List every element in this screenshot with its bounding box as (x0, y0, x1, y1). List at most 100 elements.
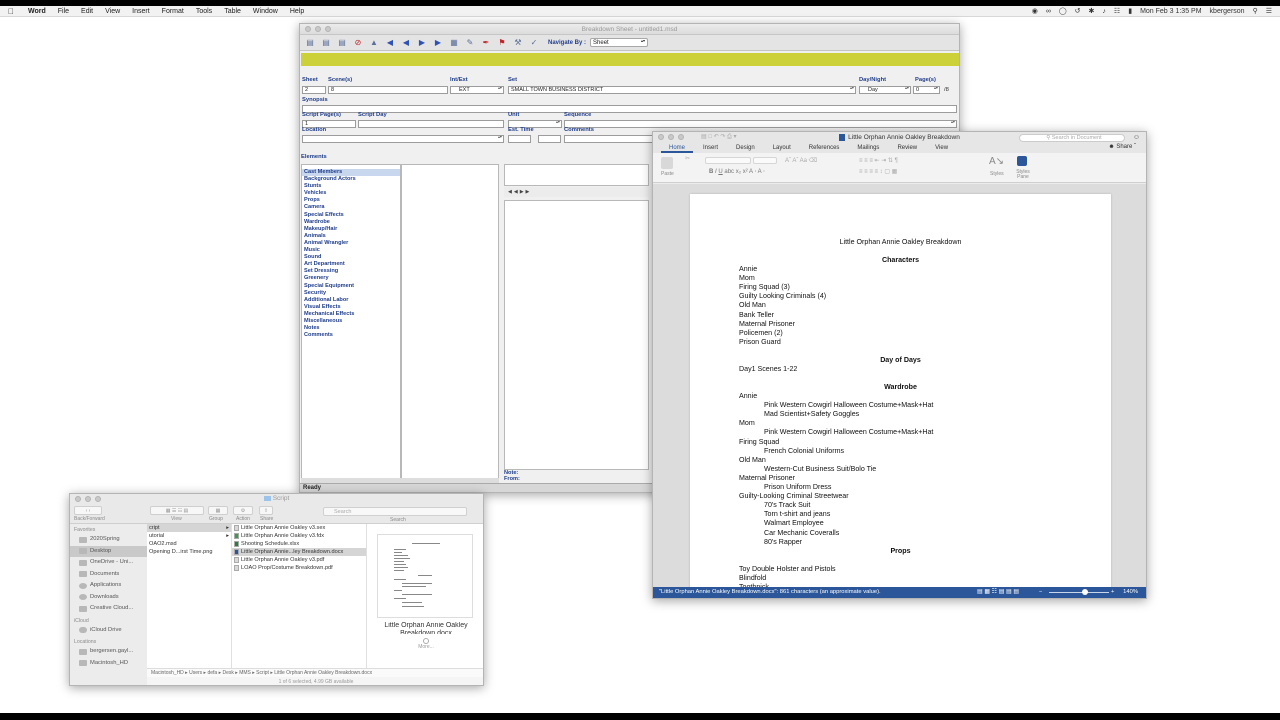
tab-layout[interactable]: Layout (765, 143, 799, 153)
app-menu[interactable]: Word (22, 8, 52, 15)
bluetooth-icon[interactable]: ✱ (1089, 7, 1095, 15)
script-day-field[interactable] (358, 120, 504, 128)
est-time-hours[interactable] (508, 135, 531, 143)
tab-mailings[interactable]: Mailings (849, 143, 887, 153)
sidebar-item-desktop[interactable]: Desktop (70, 545, 147, 557)
list-item[interactable]: Little Orphan Annie...ley Breakdown.docx (232, 548, 366, 556)
zoom-slider-knob[interactable] (1082, 589, 1088, 595)
sidebar-item-creative-cloud[interactable]: Creative Cloud... (70, 603, 147, 615)
cut-icon[interactable]: ✂ (685, 155, 690, 162)
notes-icon[interactable]: ✎ (464, 37, 476, 48)
finder-zoom-button[interactable] (95, 496, 101, 502)
tab-references[interactable]: References (801, 143, 848, 153)
format-controls-icon[interactable]: B I U abc x₂ x² A ⋅ A ⋅ (709, 168, 765, 175)
zoom-level[interactable]: 140% (1123, 587, 1138, 598)
path-item[interactable]: Little Orphan Annie Oakley Breakdown.doc… (274, 670, 372, 676)
share-button[interactable]: ☻ Share ˆ (1108, 144, 1136, 150)
element-category[interactable]: Special Equipment (302, 283, 400, 290)
sidebar-item-icloud-drive[interactable]: iCloud Drive (70, 625, 147, 637)
navigate-by-select[interactable]: Sheet (590, 38, 649, 47)
sidebar-item-2020spring[interactable]: 2020Spring (70, 534, 147, 546)
element-category[interactable]: Animals (302, 233, 400, 240)
path-item[interactable]: Script (256, 670, 269, 676)
tab-home[interactable]: Home (661, 143, 694, 153)
path-item[interactable]: Desk (222, 670, 233, 676)
sidebar-item-applications[interactable]: Applications (70, 580, 147, 592)
location-select[interactable] (302, 135, 504, 143)
path-item[interactable]: Macintosh_HD (151, 670, 184, 676)
word-close-button[interactable] (658, 134, 664, 140)
list-item[interactable]: Little Orphan Annie Oakley v3.fdx (232, 532, 366, 540)
list-controls-icon[interactable]: ≡ ≡ ≡ ⇤ ⇥ ⇅ ¶ (859, 157, 898, 164)
path-item[interactable]: Users (189, 670, 202, 676)
previous-record-icon[interactable]: ◀ (400, 37, 412, 48)
view-mode-buttons[interactable]: ▦ ☰ ☷ ▤ (150, 506, 204, 515)
element-category[interactable]: Set Dressing (302, 268, 400, 275)
path-item[interactable]: defa (207, 670, 217, 676)
element-category[interactable]: Visual Effects (302, 304, 400, 311)
paste-icon[interactable] (661, 157, 673, 169)
element-category[interactable]: Stunts (302, 183, 400, 190)
share-button[interactable]: ⇧ (259, 506, 273, 515)
element-category[interactable]: Miscellaneous (302, 318, 400, 325)
sheet-field[interactable]: 2 (302, 86, 326, 94)
apple-menu-icon[interactable]:  (0, 7, 22, 16)
delete-sheet-icon[interactable]: ⊘ (352, 37, 364, 48)
record-icon[interactable]: ◉ (1032, 7, 1038, 15)
element-category[interactable]: Comments (302, 332, 400, 339)
elements-items-list[interactable] (401, 164, 499, 480)
action-gear-button[interactable]: ⚙ (233, 506, 253, 515)
align-controls-icon[interactable]: ≡ ≡ ≡ ≡ ↕ ▢ ▦ (859, 168, 897, 175)
spotlight-icon[interactable]: ⚲ (1253, 7, 1258, 15)
element-category[interactable]: Notes (302, 325, 400, 332)
daynight-select[interactable]: Day (859, 86, 911, 94)
element-category[interactable]: Props (302, 197, 400, 204)
menu-edit[interactable]: Edit (75, 8, 99, 15)
sequence-select[interactable] (564, 120, 957, 128)
first-record-icon[interactable]: ◀ (384, 37, 396, 48)
pages-field[interactable]: 0 (913, 86, 940, 94)
list-item[interactable]: Opening D...irst Time.png (147, 548, 231, 556)
view-mode-icons[interactable]: ▤ ▦ ☷ ▤ ▤ ▤ (977, 587, 1019, 598)
document-page[interactable]: Little Orphan Annie Oakley Breakdown Cha… (690, 194, 1111, 588)
sidebar-item-documents[interactable]: Documents (70, 569, 147, 581)
layers-icon[interactable]: ▤ (336, 37, 348, 48)
user-name[interactable]: kbergerson (1210, 8, 1245, 15)
finder-title-bar[interactable]: Script (70, 494, 483, 504)
menu-help[interactable]: Help (284, 8, 310, 15)
list-item[interactable]: LOAO Prop/Costume Breakdown.pdf (232, 564, 366, 572)
menu-table[interactable]: Table (218, 8, 247, 15)
document-thumbnail[interactable] (377, 534, 473, 618)
menu-window[interactable]: Window (247, 8, 284, 15)
element-category[interactable]: Mechanical Effects (302, 311, 400, 318)
styles-pane-icon[interactable] (1017, 156, 1027, 166)
menu-insert[interactable]: Insert (126, 8, 156, 15)
last-record-icon[interactable]: ▶ (432, 37, 444, 48)
styles-icon[interactable]: A↘ (989, 156, 1004, 167)
list-item[interactable]: utorial ▸ (147, 532, 231, 540)
path-item[interactable]: MMS (239, 670, 251, 676)
group-button[interactable]: ▦ (208, 506, 228, 515)
set-field[interactable]: SMALL TOWN BUSINESS DISTRICT (508, 86, 856, 94)
menu-tools[interactable]: Tools (190, 8, 218, 15)
back-forward-button[interactable]: ‹ › (74, 506, 102, 515)
element-category[interactable]: Makeup/Hair (302, 226, 400, 233)
list-item[interactable]: Little Orphan Annie Oakley v3.sex (232, 524, 366, 532)
wifi-icon[interactable]: ☷ (1114, 7, 1120, 15)
close-button[interactable] (305, 26, 311, 32)
finder-close-button[interactable] (75, 496, 81, 502)
element-category[interactable]: Animal Wrangler (302, 240, 400, 247)
minimize-button[interactable] (315, 26, 321, 32)
element-category[interactable]: Background Actors (302, 176, 400, 183)
smiley-feedback-icon[interactable]: ☺ (1133, 132, 1140, 143)
check-icon[interactable]: ✓ (528, 37, 540, 48)
volume-icon[interactable]: ♪ (1102, 8, 1106, 15)
element-category[interactable]: Special Effects (302, 212, 400, 219)
grid-view-icon[interactable]: ▦ (448, 37, 460, 48)
list-item[interactable]: cript ▸ (147, 524, 231, 532)
sync-icon[interactable]: ◯ (1059, 7, 1067, 15)
word-title-bar[interactable]: ▤ □ ↶ ↷ ⎙ ▾ Little Orphan Annie Oakley B… (653, 132, 1146, 143)
finder-search-input[interactable]: Search (323, 507, 467, 516)
est-time-minutes[interactable] (538, 135, 561, 143)
tab-insert[interactable]: Insert (695, 143, 726, 153)
